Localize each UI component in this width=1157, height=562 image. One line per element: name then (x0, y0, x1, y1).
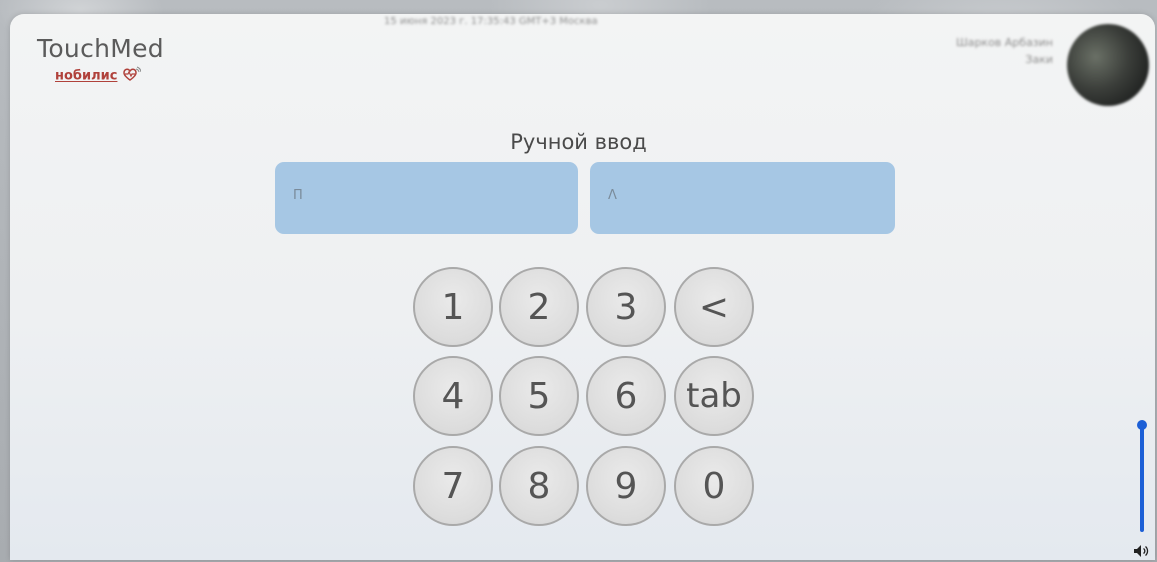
key-1[interactable]: 1 (413, 267, 493, 347)
speaker-icon[interactable] (1133, 543, 1153, 557)
heart-icon (119, 65, 142, 87)
datetime-label: 15 июня 2023 г. 17:35:43 GMT+3 Москва (384, 16, 598, 27)
avatar[interactable] (1067, 24, 1149, 106)
key-4[interactable]: 4 (413, 356, 493, 436)
logo-subtitle-text: нобилис (55, 68, 118, 84)
input-field-2[interactable]: Λ (590, 162, 895, 234)
page-title: Ручной ввод (510, 130, 647, 154)
user-name: Шарков Арбазин (955, 36, 1053, 49)
volume-slider-track[interactable] (1140, 424, 1144, 532)
input-field-2-placeholder: Λ (608, 188, 617, 203)
key-5[interactable]: 5 (499, 356, 579, 436)
key-9[interactable]: 9 (586, 446, 666, 526)
key-6[interactable]: 6 (586, 356, 666, 436)
key-7[interactable]: 7 (413, 446, 493, 526)
input-field-1-placeholder: П (293, 188, 303, 203)
user-role: Заки (1025, 53, 1053, 66)
volume-slider-handle[interactable] (1137, 420, 1147, 430)
key-8[interactable]: 8 (499, 446, 579, 526)
key-backspace[interactable]: < (674, 267, 754, 347)
user-info: Шарков Арбазин Заки (956, 34, 1053, 68)
main-panel (10, 14, 1155, 560)
key-0[interactable]: 0 (674, 446, 754, 526)
key-3[interactable]: 3 (586, 267, 666, 347)
logo-title: TouchMed (37, 34, 164, 63)
app-logo: TouchMed нобилис (37, 34, 164, 87)
input-field-1[interactable]: П (275, 162, 578, 234)
key-tab[interactable]: tab (674, 356, 754, 436)
key-2[interactable]: 2 (499, 267, 579, 347)
logo-subtitle: нобилис (55, 65, 142, 87)
